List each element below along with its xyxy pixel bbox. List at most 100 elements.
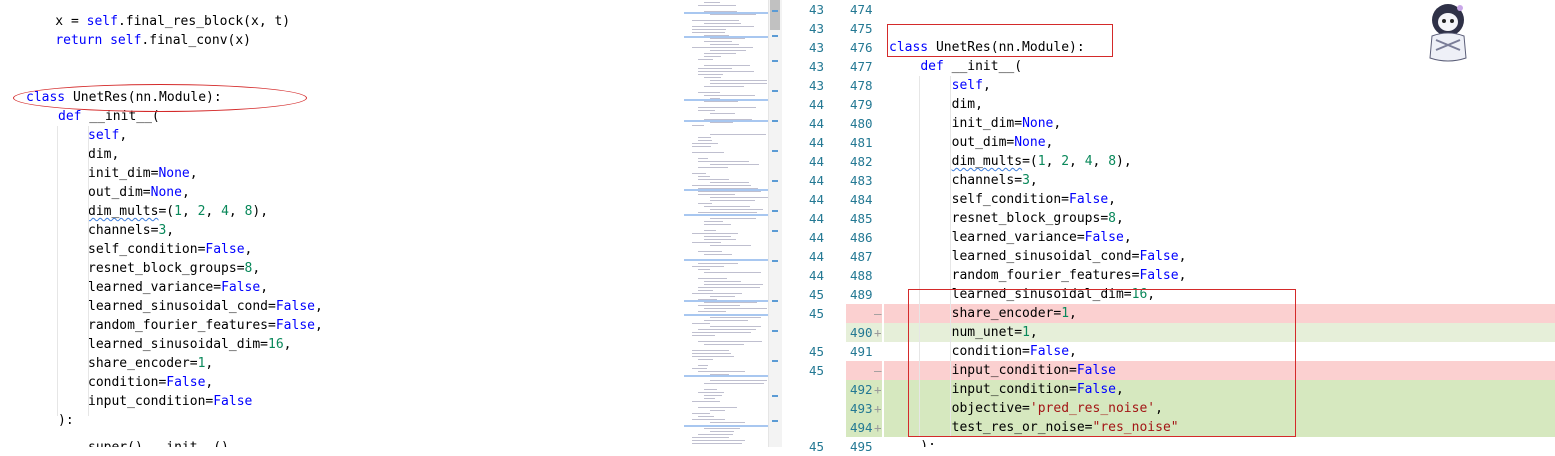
original-line-number: 44: [809, 135, 825, 150]
diff-code-line[interactable]: init_dim=None,: [889, 114, 1062, 133]
minimap-change-highlight: [684, 259, 774, 261]
minimap-change-highlight: [684, 120, 774, 122]
minimap-line: [704, 383, 765, 384]
minimap-line: [704, 56, 722, 57]
minimap-line: [698, 140, 712, 141]
scrollbar-change-marker: [772, 120, 778, 122]
minimap-line: [704, 236, 731, 237]
left-code-line[interactable]: learned_variance=False,: [88, 278, 268, 297]
scrollbar-change-marker: [772, 35, 778, 37]
diff-code-line[interactable]: channels=3,: [889, 171, 1038, 190]
diff-line-number-gutter: 43 474 43 475 43 476 43 477 43 478 44 479 44 480 44 481…: [782, 0, 882, 454]
left-code-line[interactable]: learned_sinusoidal_dim=16,: [88, 335, 292, 354]
minimap-line: [692, 323, 710, 324]
diff-code-line[interactable]: out_dim=None,: [889, 133, 1054, 152]
minimap-line: [692, 401, 720, 402]
diff-code-line[interactable]: self,: [889, 76, 991, 95]
minimap-line: [710, 209, 764, 210]
minimap-line: [692, 419, 725, 420]
left-code-line[interactable]: out_dim=None,: [88, 183, 190, 202]
left-code-line[interactable]: init_dim=None,: [88, 164, 198, 183]
minimap-line: [704, 272, 761, 273]
minimap[interactable]: [684, 0, 774, 447]
scrollbar-change-marker: [772, 150, 778, 152]
minimap-line: [698, 212, 757, 213]
minimap-line: [704, 2, 721, 3]
scrollbar-change-marker: [772, 60, 778, 62]
minimap-line: [704, 23, 741, 24]
left-code-line[interactable]: ):: [58, 411, 74, 430]
minimap-line: [692, 335, 716, 336]
minimap-line: [698, 359, 714, 360]
minimap-line: [704, 254, 733, 255]
scrollbar-change-marker: [772, 395, 778, 397]
left-code-line[interactable]: dim,: [88, 145, 119, 164]
left-code-line[interactable]: return self.final_conv(x): [24, 31, 251, 50]
minimap-line: [698, 341, 762, 342]
minimap-line: [698, 329, 756, 330]
diff-code-line[interactable]: resnet_block_groups=8,: [889, 209, 1124, 228]
modified-line-number: 482: [850, 154, 873, 169]
diff-code-line[interactable]: self_condition=False,: [889, 190, 1116, 209]
left-code-line[interactable]: random_fourier_features=False,: [88, 316, 323, 335]
left-code-line[interactable]: super().__init__(): [88, 438, 229, 447]
minimap-line: [692, 47, 753, 48]
minimap-line: [710, 164, 760, 165]
left-code-line[interactable]: input_condition=False: [88, 392, 252, 411]
minimap-line: [704, 308, 767, 309]
diff-code-line[interactable]: dim_mults=(1, 2, 4, 8),: [889, 152, 1132, 171]
left-code-line[interactable]: self,: [88, 126, 127, 145]
minimap-line: [692, 143, 719, 144]
scrollbar-change-marker: [772, 180, 778, 182]
left-code-line[interactable]: share_encoder=1,: [88, 354, 213, 373]
left-code-editor[interactable]: x = self.final_res_block(x, t) return se…: [0, 0, 684, 447]
diff-code-line[interactable]: learned_sinusoidal_cond=False,: [889, 247, 1187, 266]
minimap-line: [704, 41, 733, 42]
scrollbar-change-marker: [772, 10, 778, 12]
left-code-line[interactable]: self_condition=False,: [88, 240, 252, 259]
original-line-number: 44: [809, 173, 825, 188]
minimap-scrollbar[interactable]: [768, 0, 783, 447]
modified-line-number: 489: [850, 287, 873, 302]
scrollbar-change-marker: [772, 260, 778, 262]
diff-code-line[interactable]: learned_variance=False,: [889, 228, 1132, 247]
minimap-line: [698, 74, 723, 75]
minimap-line: [692, 152, 725, 153]
original-line-number: 45: [809, 363, 825, 378]
modified-line-number: 484: [850, 192, 873, 207]
left-code-line[interactable]: condition=False,: [88, 373, 213, 392]
diff-changes-highlight-box: [908, 289, 1296, 437]
minimap-line: [710, 197, 771, 198]
original-line-number: 44: [809, 249, 825, 264]
diff-code-line[interactable]: dim,: [889, 95, 983, 114]
minimap-line: [710, 83, 768, 84]
minimap-line: [704, 53, 737, 54]
diff-code-line[interactable]: ):: [889, 437, 936, 447]
modified-line-number: 494: [850, 420, 873, 435]
minimap-line: [692, 29, 727, 30]
minimap-line: [692, 173, 706, 174]
modified-line-number: 483: [850, 173, 873, 188]
minimap-line: [692, 350, 729, 351]
original-line-number: 43: [809, 78, 825, 93]
left-code-line[interactable]: learned_sinusoidal_cond=False,: [88, 297, 323, 316]
left-code-line[interactable]: resnet_block_groups=8,: [88, 259, 260, 278]
minimap-line: [698, 71, 755, 72]
scrollbar-thumb[interactable]: [770, 0, 780, 30]
minimap-line: [692, 293, 742, 294]
left-code-line[interactable]: dim_mults=(1, 2, 4, 8),: [88, 202, 268, 221]
original-line-number: 43: [809, 40, 825, 55]
minimap-line: [704, 302, 758, 303]
minimap-line: [698, 176, 710, 177]
left-code-line[interactable]: x = self.final_res_block(x, t): [24, 12, 290, 31]
minimap-line: [698, 110, 715, 111]
left-code-line[interactable]: channels=3,: [88, 221, 174, 240]
minimap-line: [698, 92, 720, 93]
minimap-change-highlight: [684, 99, 774, 101]
class-highlight-box: [887, 24, 1113, 57]
diff-code-line[interactable]: random_fourier_features=False,: [889, 266, 1187, 285]
minimap-line: [704, 95, 755, 96]
diff-code-line[interactable]: def __init__(: [889, 57, 1022, 76]
minimap-line: [692, 125, 705, 126]
minimap-line: [698, 290, 713, 291]
